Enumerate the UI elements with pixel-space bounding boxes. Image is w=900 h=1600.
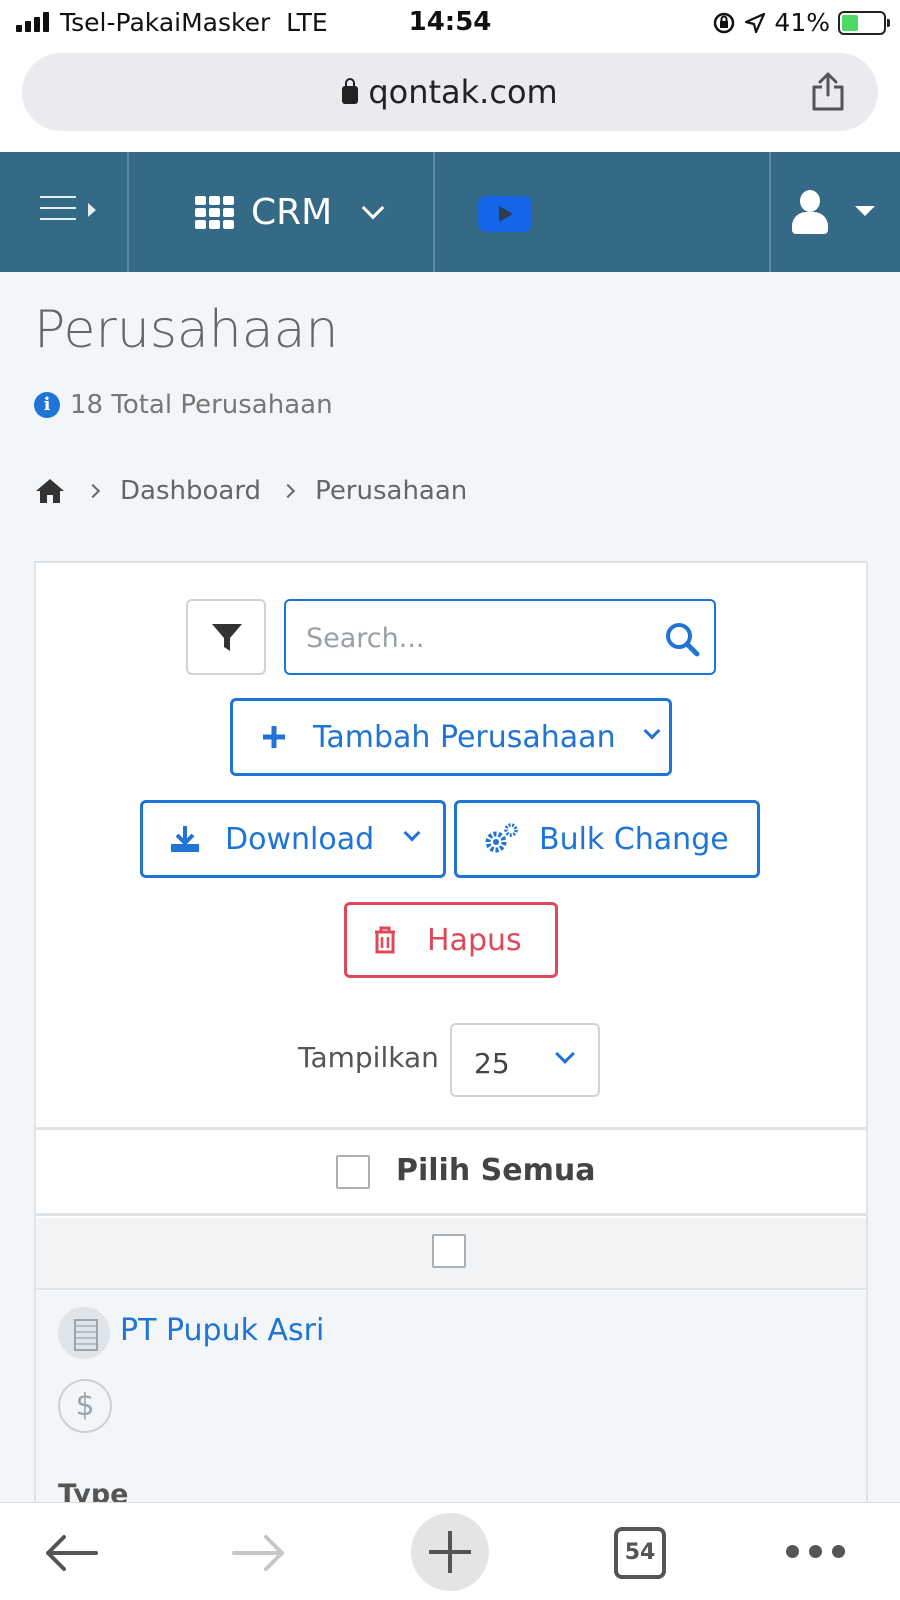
search-box [284, 599, 716, 675]
browser-toolbar: 54 [0, 1502, 900, 1600]
status-bar: Tsel-PakaiMasker LTE 14:54 41% [0, 0, 900, 46]
hamburger-icon [40, 196, 76, 224]
total-count: i 18 Total Perusahaan [34, 390, 333, 420]
delete-button[interactable]: Hapus [344, 902, 558, 978]
chevron-right-icon [85, 483, 101, 499]
breadcrumb-current: Perusahaan [315, 476, 468, 506]
app-switcher-button[interactable]: CRM [129, 152, 435, 272]
bulk-change-button[interactable]: Bulk Change [454, 800, 760, 878]
new-tab-button[interactable] [411, 1513, 489, 1591]
app-header: CRM [0, 152, 900, 272]
building-icon [58, 1307, 110, 1359]
url-domain: qontak.com [368, 73, 558, 111]
page-title: Perusahaan [34, 300, 339, 360]
download-icon [171, 826, 199, 852]
youtube-icon [478, 196, 532, 232]
caret-right-icon [88, 203, 96, 217]
app-name: CRM [251, 192, 333, 233]
breadcrumb: Dashboard Perusahaan [34, 476, 467, 506]
home-icon[interactable] [34, 477, 66, 505]
breadcrumb-dashboard[interactable]: Dashboard [120, 476, 261, 506]
select-all-label: Pilih Semua [396, 1153, 596, 1188]
battery-icon [838, 10, 890, 35]
forward-arrow-icon[interactable] [232, 1533, 286, 1573]
caret-down-icon [855, 206, 875, 216]
filter-icon [212, 624, 242, 651]
page-size-label: Tampilkan [298, 1041, 439, 1074]
battery-percent: 41% [774, 8, 830, 37]
plus-icon [263, 726, 285, 748]
user-menu-button[interactable] [771, 152, 900, 272]
info-icon: i [34, 392, 60, 418]
more-menu-icon[interactable] [786, 1545, 845, 1558]
dollar-icon: $ [58, 1379, 112, 1433]
select-all-row: Pilih Semua [36, 1133, 866, 1213]
apps-grid-icon [195, 196, 235, 229]
lock-icon [342, 78, 359, 104]
chevron-down-icon [403, 824, 421, 842]
chevron-down-icon [361, 196, 385, 220]
sidebar-toggle-button[interactable] [0, 152, 129, 272]
search-input[interactable] [306, 619, 656, 657]
search-icon[interactable] [664, 621, 700, 657]
company-name-link[interactable]: PT Pupuk Asri [120, 1313, 324, 1348]
chevron-down-icon [555, 1044, 575, 1064]
download-button[interactable]: Download [140, 800, 446, 878]
select-all-checkbox[interactable] [336, 1155, 370, 1189]
back-arrow-icon[interactable] [44, 1533, 98, 1573]
share-icon[interactable] [810, 71, 846, 111]
gears-icon [485, 823, 518, 853]
filter-button[interactable] [186, 599, 266, 675]
add-company-button[interactable]: Tambah Perusahaan [230, 698, 672, 776]
url-bar[interactable]: qontak.com [22, 53, 878, 131]
company-panel: Tambah Perusahaan Download Bulk Change H… [34, 561, 868, 1600]
table-row-header [36, 1218, 866, 1288]
chevron-down-icon [643, 722, 661, 740]
user-icon [792, 190, 828, 234]
rotation-lock-icon [714, 12, 735, 33]
browser-chrome: qontak.com [0, 46, 900, 152]
chevron-right-icon [280, 483, 296, 499]
tabs-button[interactable]: 54 [614, 1527, 666, 1579]
location-icon [745, 12, 766, 33]
video-tutorial-button[interactable] [435, 152, 771, 272]
row-checkbox[interactable] [432, 1234, 466, 1268]
page-size-select[interactable]: 25 [450, 1023, 600, 1097]
trash-icon [375, 926, 395, 954]
